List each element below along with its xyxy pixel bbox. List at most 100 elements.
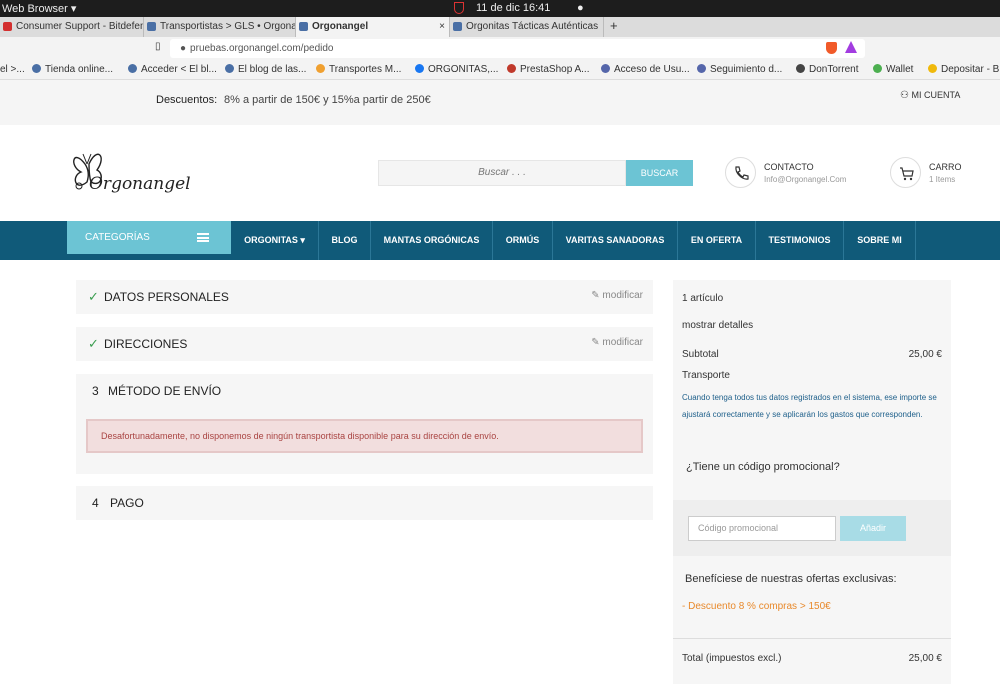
bookmark-favicon-icon (873, 64, 882, 73)
hamburger-icon (197, 233, 209, 242)
tab-orgonitas[interactable]: Orgonitas Tácticas Auténticas (450, 17, 604, 37)
show-details-link[interactable]: mostrar detalles (682, 320, 753, 331)
promo-code-input[interactable]: Código promocional (688, 516, 836, 541)
bookmark-favicon-icon (415, 64, 424, 73)
site-logo[interactable]: Orgonangel (67, 142, 191, 200)
nav-testimonios[interactable]: TESTIMONIOS (756, 221, 844, 260)
bookmark-favicon-icon (601, 64, 610, 73)
step-title: MÉTODO DE ENVÍO (108, 384, 222, 398)
total-label: Total (impuestos excl.) (682, 653, 782, 664)
shipping-note: Cuando tenga todos tus datos registrados… (682, 393, 937, 419)
check-icon: ✓ (88, 336, 99, 351)
url-input[interactable]: ● pruebas.orgonangel.com/pedido (170, 39, 865, 58)
step-title: DIRECCIONES (104, 337, 188, 351)
nav-mantas[interactable]: MANTAS ORGÓNICAS (371, 221, 493, 260)
bookmark-favicon-icon (796, 64, 805, 73)
contact-title[interactable]: CONTACTO (764, 162, 814, 172)
items-count: 1 artículo (682, 293, 724, 304)
bookmark-favicon-icon (128, 64, 137, 73)
bookmark-favicon-icon (316, 64, 325, 73)
apply-promo-button[interactable]: Añadir (840, 516, 906, 541)
divider (673, 638, 951, 639)
tab-bitdefender[interactable]: Consumer Support - Bitdefender (0, 17, 144, 37)
tab-favicon-icon (299, 22, 308, 31)
contact-email[interactable]: Info@Orgonangel.Com (764, 175, 846, 184)
bookmark-favicon-icon (697, 64, 706, 73)
step-title: DATOS PERSONALES (104, 290, 229, 304)
cart-summary (673, 280, 951, 684)
cart-button[interactable] (890, 157, 921, 188)
app-menu[interactable]: Web Browser ▾ (2, 2, 76, 15)
bookmark-item[interactable]: Tienda online... (32, 64, 113, 75)
new-tab-button[interactable]: + (610, 18, 618, 33)
clock[interactable]: 11 de dic 16:41 (476, 2, 550, 14)
benefit-text: Benefíciese de nuestras ofertas exclusiv… (685, 573, 897, 585)
bookmark-item[interactable]: Acceder < El bl... (128, 64, 217, 75)
search-input[interactable]: Buscar . . . (378, 160, 626, 186)
nav-ormus[interactable]: ORMÚS (493, 221, 553, 260)
contact-button[interactable] (725, 157, 756, 188)
nav-en-oferta[interactable]: EN OFERTA (678, 221, 756, 260)
lock-icon: ● (180, 43, 187, 54)
bookmark-favicon-icon (928, 64, 937, 73)
bookmark-item[interactable]: Wallet (873, 64, 913, 75)
nav-blog[interactable]: BLOG (319, 221, 371, 260)
search-button[interactable]: BUSCAR (626, 160, 693, 186)
bookmark-item[interactable]: ORGONITAS,... (415, 64, 498, 75)
bookmark-favicon-icon (32, 64, 41, 73)
promo-code-question[interactable]: ¿Tiene un código promocional? (686, 461, 840, 473)
modify-link[interactable]: ✎ modificar (591, 290, 643, 301)
tab-transportistas[interactable]: Transportistas > GLS • Orgonangel (144, 17, 296, 37)
step-number: 3 (92, 384, 99, 398)
user-icon: ⚇ (900, 90, 909, 101)
tab-orgonangel[interactable]: Orgonangel × (296, 17, 450, 37)
step-number: 4 (92, 496, 99, 510)
rewards-icon[interactable] (845, 41, 857, 53)
subtotal-label: Subtotal (682, 349, 719, 360)
shipping-label: Transporte (682, 370, 730, 381)
modify-link[interactable]: ✎ modificar (591, 337, 643, 348)
no-carrier-alert: Desafortunadamente, no disponemos de nin… (86, 419, 643, 453)
pencil-icon: ✎ (591, 290, 600, 301)
bookmark-item[interactable]: El blog de las... (225, 64, 306, 75)
status-dot-icon: ● (577, 2, 584, 14)
categories-button[interactable]: CATEGORÍAS (67, 221, 231, 254)
bookmark-item[interactable]: el >... (0, 64, 25, 75)
brave-shield-icon[interactable] (826, 42, 837, 54)
nav-varitas[interactable]: VARITAS SANADORAS (553, 221, 678, 260)
bookmark-item[interactable]: Seguimiento d... (697, 64, 782, 75)
bookmark-favicon-icon (507, 64, 516, 73)
promo-text: 8% a partir de 150€ y 15%a partir de 250… (224, 94, 431, 106)
bookmark-item[interactable]: DonTorrent (796, 64, 858, 75)
pencil-icon: ✎ (591, 337, 600, 348)
bookmark-icon[interactable]: ▯ (155, 41, 161, 52)
shield-icon (454, 2, 464, 14)
close-tab-icon[interactable]: × (439, 17, 445, 37)
bookmark-item[interactable]: Transportes M... (316, 64, 401, 75)
cart-icon (900, 167, 914, 181)
address-bar-area: ▯ ● pruebas.orgonangel.com/pedido (0, 37, 1000, 60)
bookmark-favicon-icon (225, 64, 234, 73)
total-value: 25,00 € (908, 653, 942, 664)
offer-discount: - Descuento 8 % compras > 150€ (682, 601, 831, 612)
nav-orgonitas[interactable]: ORGONITAS ▾ (231, 221, 319, 260)
bookmark-item[interactable]: Depositar - Bi (928, 64, 1000, 75)
nav-sobre-mi[interactable]: SOBRE MI (844, 221, 916, 260)
promo-label: Descuentos: (156, 94, 218, 106)
cart-count: 1 Items (929, 175, 956, 184)
logo-wordmark: Orgonangel (89, 174, 191, 194)
account-link[interactable]: ⚇ MI CUENTA (900, 90, 960, 101)
os-top-bar: Web Browser ▾ 11 de dic 16:41 ● (0, 0, 1000, 17)
promo-strip: Descuentos: 8% a partir de 150€ y 15%a p… (0, 80, 1000, 125)
tab-favicon-icon (453, 22, 462, 31)
step-personal-data[interactable]: ✓ DATOS PERSONALES ✎ modificar (76, 280, 653, 314)
step-payment[interactable]: 4 PAGO (76, 486, 653, 520)
tab-favicon-icon (3, 22, 12, 31)
bookmark-item[interactable]: Acceso de Usu... (601, 64, 690, 75)
cart-title[interactable]: CARRO (929, 162, 962, 172)
tab-bar: Consumer Support - Bitdefender Transport… (0, 17, 1000, 37)
step-title: PAGO (110, 496, 144, 510)
step-addresses[interactable]: ✓ DIRECCIONES ✎ modificar (76, 327, 653, 361)
bookmark-item[interactable]: PrestaShop A... (507, 64, 590, 75)
check-icon: ✓ (88, 289, 99, 304)
